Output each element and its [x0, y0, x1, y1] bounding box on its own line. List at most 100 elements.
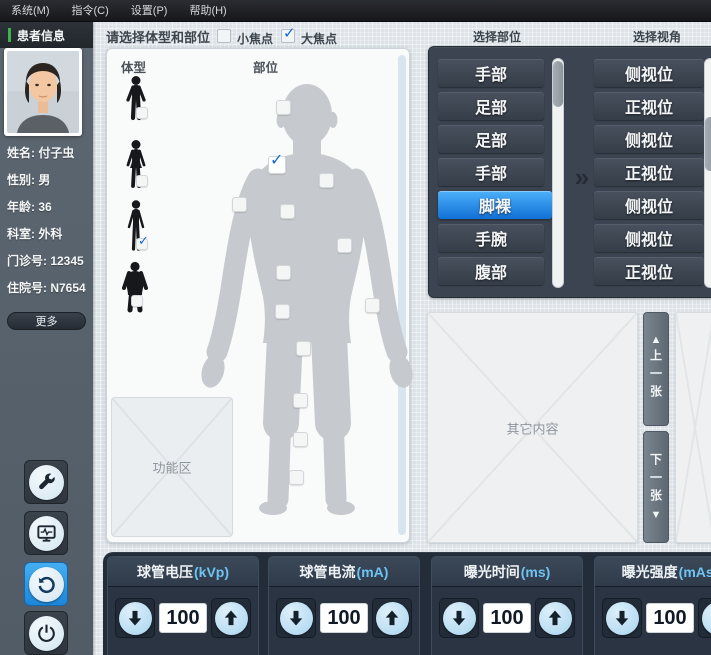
exposure-time-value[interactable] — [483, 603, 531, 633]
part-item[interactable]: 足部 — [438, 92, 544, 120]
patient-sidebar: 患者信息 姓名: 付子虫 性别: 男 年龄: 36 科室: 外科 门诊号: — [0, 22, 93, 655]
part-checkbox-hand[interactable] — [365, 298, 380, 313]
patient-info-title: 患者信息 — [17, 27, 65, 44]
more-button[interactable]: 更多 — [7, 312, 86, 330]
part-checkbox-elbow[interactable] — [337, 238, 352, 253]
view-item[interactable]: 正视位 — [594, 158, 704, 186]
other-content-label: 其它内容 — [428, 418, 637, 437]
part-item[interactable]: 腹部 — [438, 257, 544, 285]
view-list-scroll-thumb[interactable] — [705, 117, 711, 171]
part-checkbox-sternum[interactable] — [280, 204, 295, 219]
part-checkbox-knee[interactable] — [293, 393, 308, 408]
view-item[interactable]: 侧视位 — [594, 224, 704, 252]
tools-button[interactable] — [24, 460, 68, 504]
exposure-intensity-increase-button[interactable] — [698, 598, 711, 638]
part-checkbox-ankle[interactable] — [289, 470, 304, 485]
exposure-time-header: 曝光时间(ms) — [432, 557, 582, 587]
reset-icon — [29, 567, 64, 602]
patient-info-header: 患者信息 — [0, 22, 93, 48]
next-image-button[interactable]: 下一张 ▼ — [643, 431, 669, 543]
menu-help[interactable]: 帮助(H) — [178, 0, 237, 22]
menubar: 系统(M) 指令(C) 设置(P) 帮助(H) — [0, 0, 711, 22]
exposure-intensity-unit: (mAs) — [679, 564, 711, 580]
part-selector-title: 选择部位 — [432, 28, 562, 45]
patient-outpatient-no: 门诊号: 12345 — [7, 248, 93, 275]
body-type-heavy-checkbox[interactable] — [131, 295, 143, 307]
arrow-down-icon — [280, 602, 313, 635]
tube-voltage-title: 球管电压 — [137, 562, 193, 582]
part-item[interactable]: 足部 — [438, 125, 544, 153]
part-list-scroll-thumb[interactable] — [553, 61, 563, 107]
tube-current-unit: (mA) — [357, 564, 389, 580]
small-focus-label: 小焦点 — [237, 30, 273, 47]
exposure-time-decrease-button[interactable] — [439, 598, 479, 638]
patient-gender: 性别: 男 — [7, 167, 93, 194]
part-checkbox-shin[interactable] — [293, 432, 308, 447]
exposure-intensity-title: 曝光强度 — [622, 562, 678, 582]
tube-voltage-decrease-button[interactable] — [115, 598, 155, 638]
part-checkbox-chest-selected[interactable]: ✓ — [268, 156, 286, 174]
part-item[interactable]: 手部 — [438, 59, 544, 87]
patient-portrait-image — [7, 51, 79, 133]
exposure-settings-bar: 球管电压(kVp) 球管电流(mA) — [103, 552, 711, 655]
body-diagram-panel: 体型 部位 — [106, 48, 410, 543]
part-checkbox-pelvis[interactable] — [275, 304, 290, 319]
part-checkbox-head[interactable] — [276, 100, 291, 115]
large-focus-checkbox[interactable]: ✓ — [281, 29, 295, 43]
exposure-intensity-decrease-button[interactable] — [602, 598, 642, 638]
view-item[interactable]: 侧视位 — [594, 125, 704, 153]
exposure-intensity-value[interactable] — [646, 603, 694, 633]
selector-title: 请选择体型和部位 — [106, 27, 210, 46]
exposure-intensity-panel: 曝光强度(mAs) — [594, 556, 711, 655]
small-focus-checkbox[interactable] — [217, 29, 231, 43]
view-item[interactable]: 正视位 — [594, 92, 704, 120]
tube-current-increase-button[interactable] — [372, 598, 412, 638]
function-area-label: 功能区 — [112, 458, 232, 477]
tube-current-value[interactable] — [320, 603, 368, 633]
view-item[interactable]: 正视位 — [594, 257, 704, 285]
exposure-time-panel: 曝光时间(ms) — [431, 556, 583, 655]
view-item[interactable]: 侧视位 — [594, 191, 704, 219]
reset-button[interactable] — [24, 562, 68, 606]
body-type-thin-checkbox[interactable]: ✓ — [136, 238, 148, 250]
check-icon: ✓ — [270, 150, 283, 170]
view-item[interactable]: 侧视位 — [594, 59, 704, 87]
patient-name: 姓名: 付子虫 — [7, 140, 93, 167]
part-checkbox-right-shoulder[interactable] — [232, 197, 247, 212]
part-checkbox-abdomen[interactable] — [276, 265, 291, 280]
body-type-female-checkbox[interactable] — [136, 175, 148, 187]
exposure-intensity-header: 曝光强度(mAs) — [595, 557, 711, 587]
tube-current-decrease-button[interactable] — [276, 598, 316, 638]
arrow-down-icon — [606, 602, 639, 635]
arrow-up-icon — [215, 602, 248, 635]
menu-system[interactable]: 系统(M) — [0, 0, 61, 22]
check-icon: ✓ — [138, 233, 149, 249]
tube-voltage-value[interactable] — [159, 603, 207, 633]
prev-image-label: 上一张 — [648, 349, 665, 403]
monitor-button[interactable] — [24, 511, 68, 555]
tube-current-header: 球管电流(mA) — [269, 557, 419, 587]
view-list-scrollbar[interactable] — [704, 58, 711, 288]
part-item[interactable]: 手部 — [438, 158, 544, 186]
power-icon — [29, 616, 64, 651]
exposure-time-increase-button[interactable] — [535, 598, 575, 638]
menu-settings[interactable]: 设置(P) — [120, 0, 179, 22]
tube-voltage-increase-button[interactable] — [211, 598, 251, 638]
power-button[interactable] — [24, 611, 68, 655]
part-item[interactable]: 手腕 — [438, 224, 544, 252]
prev-image-button[interactable]: ▲ 上一张 — [643, 312, 669, 426]
tube-voltage-header: 球管电压(kVp) — [108, 557, 258, 587]
part-item-selected[interactable]: 脚裸 — [438, 191, 552, 219]
arrow-up-icon — [702, 602, 711, 635]
part-list-scrollbar[interactable] — [552, 58, 564, 288]
menu-command[interactable]: 指令(C) — [61, 0, 120, 22]
patient-age: 年龄: 36 — [7, 194, 93, 221]
part-checkbox-left-shoulder[interactable] — [319, 173, 334, 188]
down-triangle-icon: ▼ — [651, 510, 662, 521]
part-label: 部位 — [253, 57, 278, 76]
wrench-icon — [29, 465, 64, 500]
body-type-normal-checkbox[interactable] — [136, 107, 148, 119]
green-accent-bar — [8, 28, 11, 42]
tube-voltage-panel: 球管电压(kVp) — [107, 556, 259, 655]
part-checkbox-thigh[interactable] — [296, 341, 311, 356]
